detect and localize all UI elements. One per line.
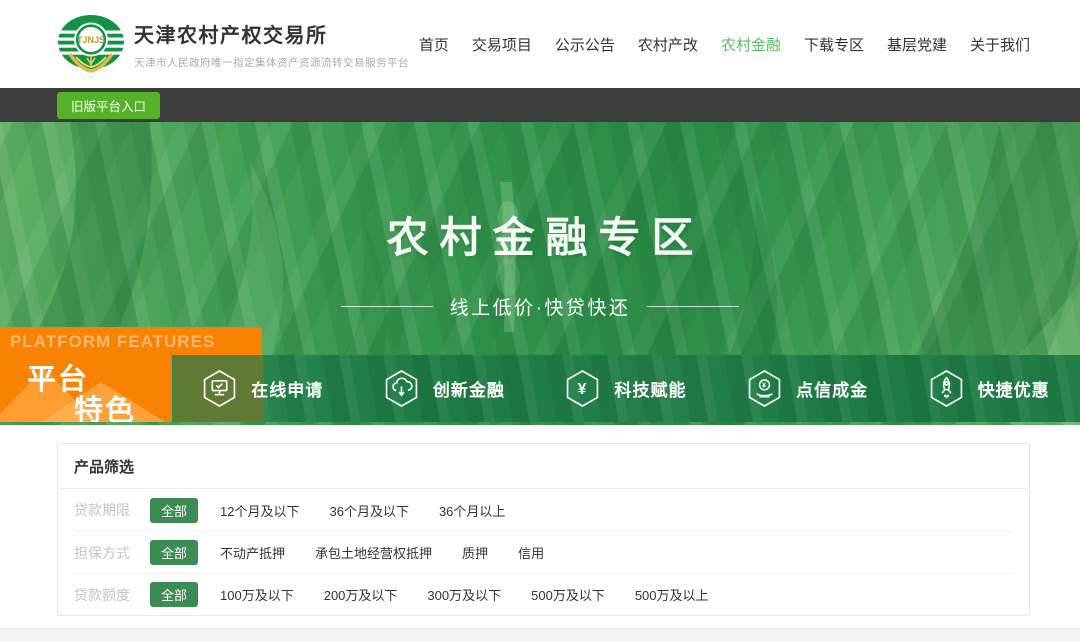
filter-option[interactable]: 不动产抵押 bbox=[220, 543, 285, 562]
feature-item-innovative-finance[interactable]: 创新金融 bbox=[354, 355, 536, 422]
nav-item-downloads[interactable]: 下载专区 bbox=[804, 34, 864, 55]
hero-subtitle: 线上低价·快贷快还 bbox=[450, 293, 631, 320]
site-title: 天津农村产权交易所 bbox=[134, 19, 409, 48]
coin-yuan-glyph: ¥ bbox=[762, 381, 767, 390]
filter-row-guarantee-type: 担保方式 全部 不动产抵押 承包土地经营权抵押 质押 信用 bbox=[74, 531, 1013, 573]
filter-option[interactable]: 500万及以下 bbox=[531, 585, 605, 604]
filter-option[interactable]: 承包土地经营权抵押 bbox=[315, 543, 432, 562]
badge-text-features: 特色 bbox=[74, 387, 136, 422]
yuan-glyph: ¥ bbox=[578, 381, 588, 398]
loan-term-all-button[interactable]: 全部 bbox=[150, 498, 198, 523]
filter-option[interactable]: 信用 bbox=[518, 543, 544, 562]
feature-item-online-apply[interactable]: 在线申请 bbox=[172, 355, 354, 422]
site-header: TJNJS 天津农村产权交易所 天津市人民政府唯一指定集体资产资源流转交易服务平… bbox=[0, 0, 1080, 88]
feature-label: 科技赋能 bbox=[614, 376, 686, 401]
filter-card-title: 产品筛选 bbox=[58, 444, 1029, 489]
platform-features-eyebrow: PLATFORM FEATURES bbox=[10, 332, 215, 352]
filter-option[interactable]: 质押 bbox=[462, 543, 488, 562]
filter-option[interactable]: 500万及以上 bbox=[635, 585, 709, 604]
brand-text: 天津农村产权交易所 天津市人民政府唯一指定集体资产资源流转交易服务平台 bbox=[134, 19, 409, 70]
yuan-icon: ¥ bbox=[565, 369, 600, 408]
feature-item-tech-empowerment[interactable]: ¥ 科技赋能 bbox=[535, 355, 717, 422]
feature-item-credit-gold[interactable]: ¥ 点信成金 bbox=[717, 355, 899, 422]
loan-amount-options: 100万及以下 200万及以下 300万及以下 500万及以下 500万及以上 bbox=[220, 585, 709, 604]
nav-item-rural-reform[interactable]: 农村产改 bbox=[638, 34, 698, 55]
nav-item-notices[interactable]: 公示公告 bbox=[555, 34, 615, 55]
filter-option[interactable]: 200万及以下 bbox=[324, 585, 398, 604]
old-platform-entry-button[interactable]: 旧版平台入口 bbox=[57, 92, 160, 119]
subtitle-left-rule bbox=[341, 306, 433, 307]
nav-item-party-building[interactable]: 基层党建 bbox=[887, 34, 947, 55]
loan-term-options: 12个月及以下 36个月及以下 36个月以上 bbox=[220, 501, 505, 520]
filter-label: 贷款期限 bbox=[74, 500, 150, 520]
main-content: 产品筛选 贷款期限 全部 12个月及以下 36个月及以下 36个月以上 担保方式… bbox=[0, 425, 1080, 616]
hero-title: 农村金融专区 bbox=[190, 204, 890, 265]
hero-banner: 农村金融专区 线上低价·快贷快还 PLATFORM FEATURES 平台 特色… bbox=[0, 122, 1080, 425]
cloud-finance-icon bbox=[384, 369, 419, 408]
brand-logo-link[interactable]: TJNJS 天津农村产权交易所 天津市人民政府唯一指定集体资产资源流转交易服务平… bbox=[57, 11, 409, 77]
feature-item-quick-discount[interactable]: 快捷优惠 bbox=[898, 355, 1080, 422]
nav-item-rural-finance[interactable]: 农村金融 bbox=[721, 34, 781, 55]
nav-item-about[interactable]: 关于我们 bbox=[970, 34, 1030, 55]
feature-label: 快捷优惠 bbox=[978, 376, 1050, 401]
guarantee-options: 不动产抵押 承包土地经营权抵押 质押 信用 bbox=[220, 543, 544, 562]
guarantee-all-button[interactable]: 全部 bbox=[150, 540, 198, 565]
features-bar: 在线申请 创新金融 ¥ 科技赋能 ¥ 点信成金 bbox=[172, 355, 1080, 422]
filter-option[interactable]: 12个月及以下 bbox=[220, 501, 299, 520]
feature-label: 在线申请 bbox=[251, 376, 323, 401]
loan-amount-all-button[interactable]: 全部 bbox=[150, 582, 198, 607]
rocket-icon bbox=[929, 369, 964, 408]
filter-label: 贷款额度 bbox=[74, 585, 150, 605]
hero-subtitle-row: 线上低价·快贷快还 bbox=[190, 293, 890, 320]
feature-label: 点信成金 bbox=[796, 376, 868, 401]
feature-label: 创新金融 bbox=[433, 376, 505, 401]
nav-item-home[interactable]: 首页 bbox=[419, 34, 449, 55]
subtitle-right-rule bbox=[647, 306, 739, 307]
filter-option[interactable]: 100万及以下 bbox=[220, 585, 294, 604]
footer-strip bbox=[0, 628, 1080, 642]
secondary-toolbar: 旧版平台入口 bbox=[0, 88, 1080, 122]
product-filter-card: 产品筛选 贷款期限 全部 12个月及以下 36个月及以下 36个月以上 担保方式… bbox=[57, 443, 1030, 616]
credit-coin-icon: ¥ bbox=[747, 369, 782, 408]
monitor-check-icon bbox=[202, 369, 237, 408]
filter-option[interactable]: 36个月及以下 bbox=[329, 501, 408, 520]
site-logo-icon: TJNJS bbox=[57, 11, 125, 77]
site-subtitle: 天津市人民政府唯一指定集体资产资源流转交易服务平台 bbox=[134, 55, 409, 70]
hero-text-block: 农村金融专区 线上低价·快贷快还 bbox=[190, 204, 890, 320]
filter-option[interactable]: 36个月以上 bbox=[439, 501, 505, 520]
main-nav: 首页 交易项目 公示公告 农村产改 农村金融 下载专区 基层党建 关于我们 bbox=[419, 34, 1030, 55]
filter-row-loan-amount: 贷款额度 全部 100万及以下 200万及以下 300万及以下 500万及以下 … bbox=[74, 573, 1013, 615]
filter-label: 担保方式 bbox=[74, 543, 150, 563]
filter-option[interactable]: 300万及以下 bbox=[427, 585, 501, 604]
nav-item-projects[interactable]: 交易项目 bbox=[472, 34, 532, 55]
filter-rows: 贷款期限 全部 12个月及以下 36个月及以下 36个月以上 担保方式 全部 不… bbox=[58, 489, 1029, 615]
logo-monogram: TJNJS bbox=[77, 35, 105, 45]
filter-row-loan-term: 贷款期限 全部 12个月及以下 36个月及以下 36个月以上 bbox=[74, 489, 1013, 531]
